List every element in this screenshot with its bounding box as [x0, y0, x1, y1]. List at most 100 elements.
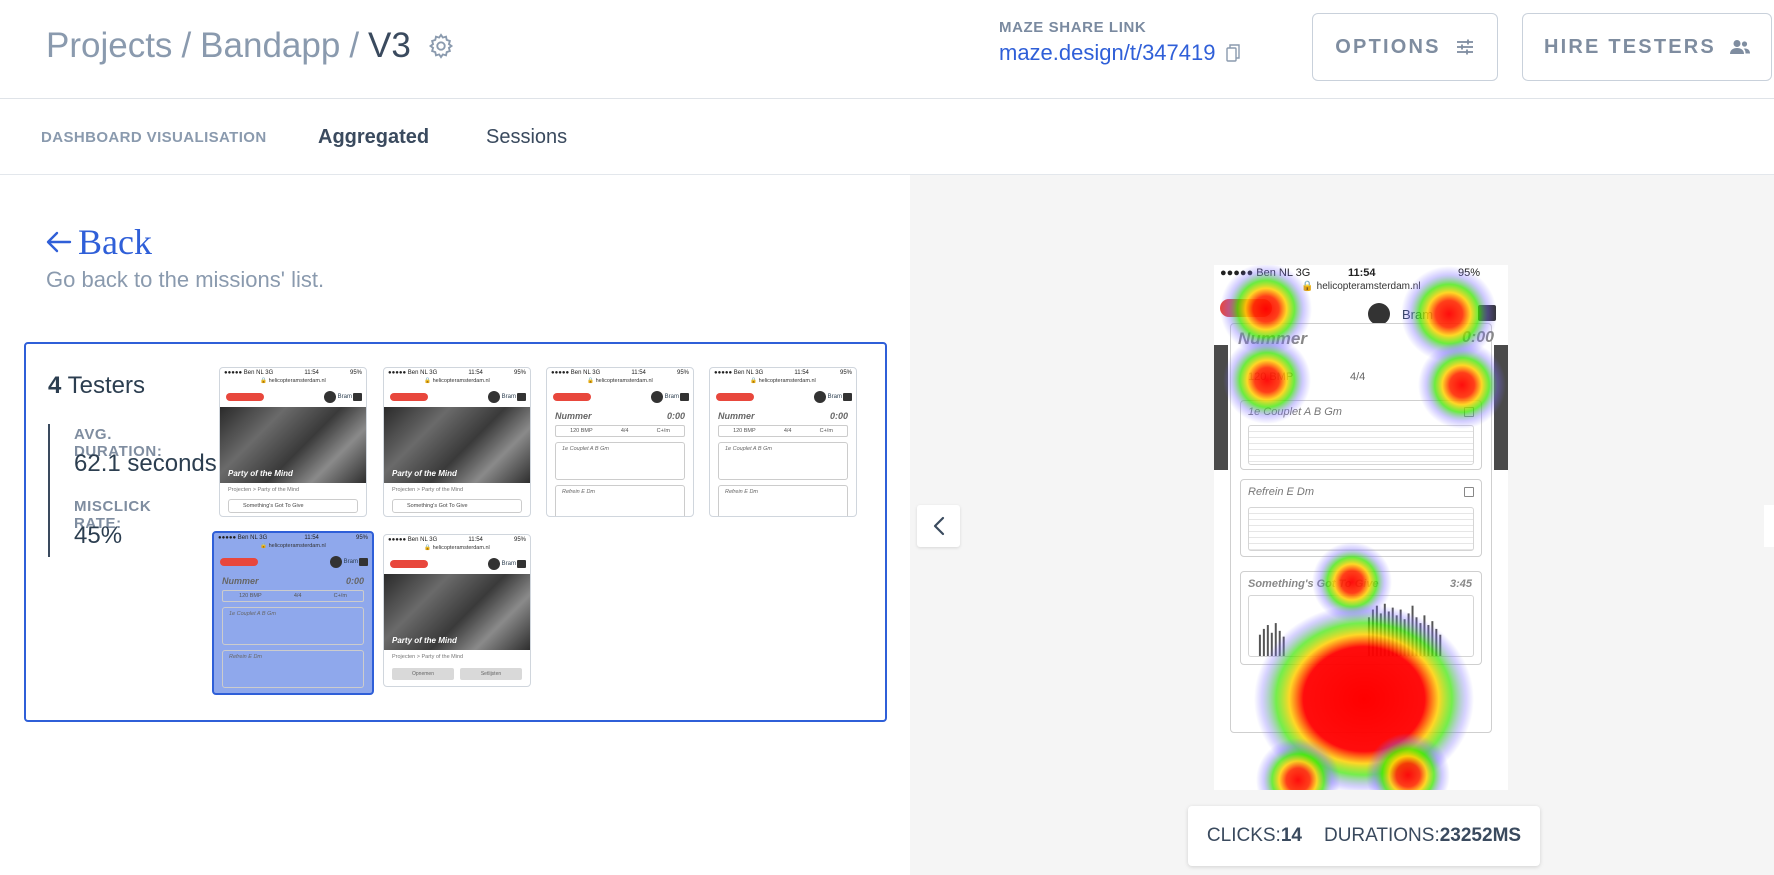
- thumb-nummer-label: Nummer: [222, 576, 259, 586]
- thumb-bpm: 120 BMP: [570, 428, 593, 434]
- screen-thumbnail[interactable]: ●●●●● Ben NL 3G 11:54 95% 🔒 helicopteramst…: [383, 367, 531, 517]
- screen-thumbnail[interactable]: ●●●●● Ben NL 3G 11:54 95% 🔒 helicopteramst…: [219, 367, 367, 517]
- thumb-battery: 95%: [676, 370, 689, 376]
- thumb-topbar: Bram: [384, 387, 530, 407]
- heatmap-spot: [1256, 738, 1340, 790]
- sliders-icon: [1456, 39, 1473, 55]
- thumb-url: 🔒 helicopteramsterdam.nl: [750, 378, 816, 384]
- screen-thumbnail[interactable]: ●●●●● Ben NL 3G 11:54 95% 🔒 helicopteramst…: [383, 534, 531, 687]
- thumb-battery: 95%: [513, 537, 526, 543]
- previous-screen-button[interactable]: [917, 505, 960, 547]
- thumb-battery: 95%: [839, 370, 852, 376]
- thumb-nummer-time: 0:00: [666, 411, 685, 421]
- mission-card[interactable]: 4 Testers AVG. DURATION: 62.1 seconds MI…: [24, 342, 887, 722]
- thumb-carrier: ●●●●● Ben NL 3G: [224, 370, 274, 376]
- settings-gear-icon[interactable]: [427, 32, 455, 60]
- thumb-key: C+/m: [333, 593, 347, 599]
- preview-url: 🔒 helicopteramsterdam.nl: [1301, 281, 1421, 292]
- thumb-measure: 4/4: [293, 593, 302, 599]
- thumb-battery: 95%: [513, 370, 526, 376]
- arrow-left-icon: [46, 231, 72, 253]
- thumb-nummer: Nummer 0:00: [547, 407, 693, 423]
- helicopter-logo-icon: [553, 393, 591, 401]
- clicks-value: 14: [1280, 825, 1302, 846]
- preview-user: Bram: [1402, 307, 1434, 322]
- thumb-nummer-time: 0:00: [829, 411, 848, 421]
- heatmap-pane: ●●●●● Ben NL 3G 11:54 95% 🔒 helicopteram…: [910, 175, 1774, 875]
- thumb-refrein: Refrein E Dm: [555, 485, 685, 516]
- thumb-carrier: ●●●●● Ben NL 3G: [551, 370, 601, 376]
- options-label: OPTIONS: [1335, 35, 1441, 58]
- copy-icon[interactable]: [1225, 44, 1240, 62]
- thumb-status-bar: ●●●●● Ben NL 3G 11:54 95%: [710, 368, 856, 378]
- tab-sessions[interactable]: Sessions: [486, 126, 567, 149]
- briefcase-icon: [353, 393, 362, 401]
- thumb-url: 🔒 helicopteramsterdam.nl: [587, 378, 653, 384]
- thumb-user: Bram: [501, 394, 516, 400]
- back-link[interactable]: Back: [46, 221, 152, 263]
- share-link[interactable]: maze.design/t/347419: [999, 40, 1240, 66]
- share-url[interactable]: maze.design/t/347419: [999, 40, 1216, 66]
- copy-icon: [1464, 407, 1474, 417]
- screen-thumbnail-selected[interactable]: ●●●●● Ben NL 3G 11:54 95% 🔒 helicopteramst…: [212, 531, 374, 695]
- thumb-nummer-label: Nummer: [718, 411, 755, 421]
- thumb-status-bar: ●●●●● Ben NL 3G 11:54 95%: [384, 368, 530, 378]
- breadcrumb-projects[interactable]: Projects: [46, 26, 172, 66]
- thumb-measure: 4/4: [620, 428, 629, 434]
- thumb-topbar: Bram: [547, 387, 693, 407]
- thumb-carrier: ●●●●● Ben NL 3G: [714, 370, 764, 376]
- helicopter-logo-icon: [1220, 299, 1272, 317]
- missions-pane: Back Go back to the missions' list. 4 Te…: [0, 175, 910, 875]
- lyrics-block: [1248, 425, 1474, 465]
- thumb-status-bar: ●●●●● Ben NL 3G 11:54 95%: [220, 368, 366, 378]
- app-header: Projects / Bandapp / V3 MAZE SHARE LINK …: [0, 0, 1774, 99]
- tab-aggregated[interactable]: Aggregated: [318, 126, 429, 149]
- thumb-url: 🔒 helicopteramsterdam.nl: [424, 378, 490, 384]
- thumb-measure: 4/4: [783, 428, 792, 434]
- thumb-nummer: Nummer 0:00: [710, 407, 856, 423]
- durations-value: 23252MS: [1439, 825, 1522, 846]
- options-button[interactable]: OPTIONS: [1312, 13, 1498, 81]
- avatar: [651, 391, 663, 403]
- thumb-topbar: Bram: [710, 387, 856, 407]
- screen-thumbnail[interactable]: ●●●●● Ben NL 3G 11:54 95% 🔒 helicopteramst…: [546, 367, 694, 517]
- thumb-user: Bram: [343, 559, 358, 565]
- avatar: [488, 558, 500, 570]
- band-photo: Party of the Mind: [384, 407, 530, 483]
- band-photo: Party of the Mind: [220, 407, 366, 483]
- thumb-song: Something's Got To Give: [228, 499, 358, 513]
- thumb-refrein: Refrein E Dm: [718, 485, 848, 516]
- heatmap-spot: [1366, 733, 1450, 790]
- durations-label: DURATIONS:: [1323, 825, 1440, 846]
- helicopter-logo-icon: [220, 558, 258, 566]
- thumb-opnemen-button: Opnemen: [392, 668, 454, 680]
- thumb-key: C+/m: [656, 428, 670, 434]
- thumb-user: Bram: [827, 394, 842, 400]
- thumb-breadcrumb: Projecten > Party of the Mind: [392, 487, 464, 493]
- breadcrumb-bandapp[interactable]: Bandapp: [200, 26, 340, 66]
- thumb-breadcrumb: Projecten > Party of the Mind: [392, 654, 464, 660]
- thumb-photo-title: Party of the Mind: [392, 636, 457, 645]
- preview-battery: 95%: [1458, 267, 1481, 279]
- thumb-time: 11:54: [794, 370, 809, 376]
- preview-bpm: 120 BMP: [1248, 371, 1294, 383]
- thumb-status-bar: ●●●●● Ben NL 3G 11:54 95%: [547, 368, 693, 378]
- next-screen-button[interactable]: [1764, 505, 1774, 547]
- avatar: [488, 391, 500, 403]
- screen-thumbnail[interactable]: ●●●●● Ben NL 3G 11:54 95% 🔒 helicopteramst…: [709, 367, 857, 517]
- screen-preview: ●●●●● Ben NL 3G 11:54 95% 🔒 helicopteram…: [1214, 265, 1508, 790]
- hire-testers-button[interactable]: HIRE TESTERS: [1522, 13, 1772, 81]
- thumb-bpm: 120 BMP: [239, 593, 262, 599]
- briefcase-icon: [517, 393, 526, 401]
- thumb-setlijsten-button: Setlijsten: [460, 668, 522, 680]
- thumb-time: 11:54: [304, 370, 319, 376]
- hire-testers-label: HIRE TESTERS: [1544, 35, 1716, 58]
- thumb-carrier: ●●●●● Ben NL 3G: [218, 535, 268, 541]
- preview-song-time: 3:45: [1450, 578, 1473, 590]
- lyrics-block: [1248, 507, 1474, 551]
- thumb-nummer: Nummer 0:00: [214, 572, 372, 588]
- thumb-status-bar: ●●●●● Ben NL 3G 11:54 95%: [214, 533, 372, 543]
- testers-label: Testers: [67, 372, 145, 399]
- band-photo: Party of the Mind: [384, 574, 530, 650]
- thumb-carrier: ●●●●● Ben NL 3G: [388, 370, 438, 376]
